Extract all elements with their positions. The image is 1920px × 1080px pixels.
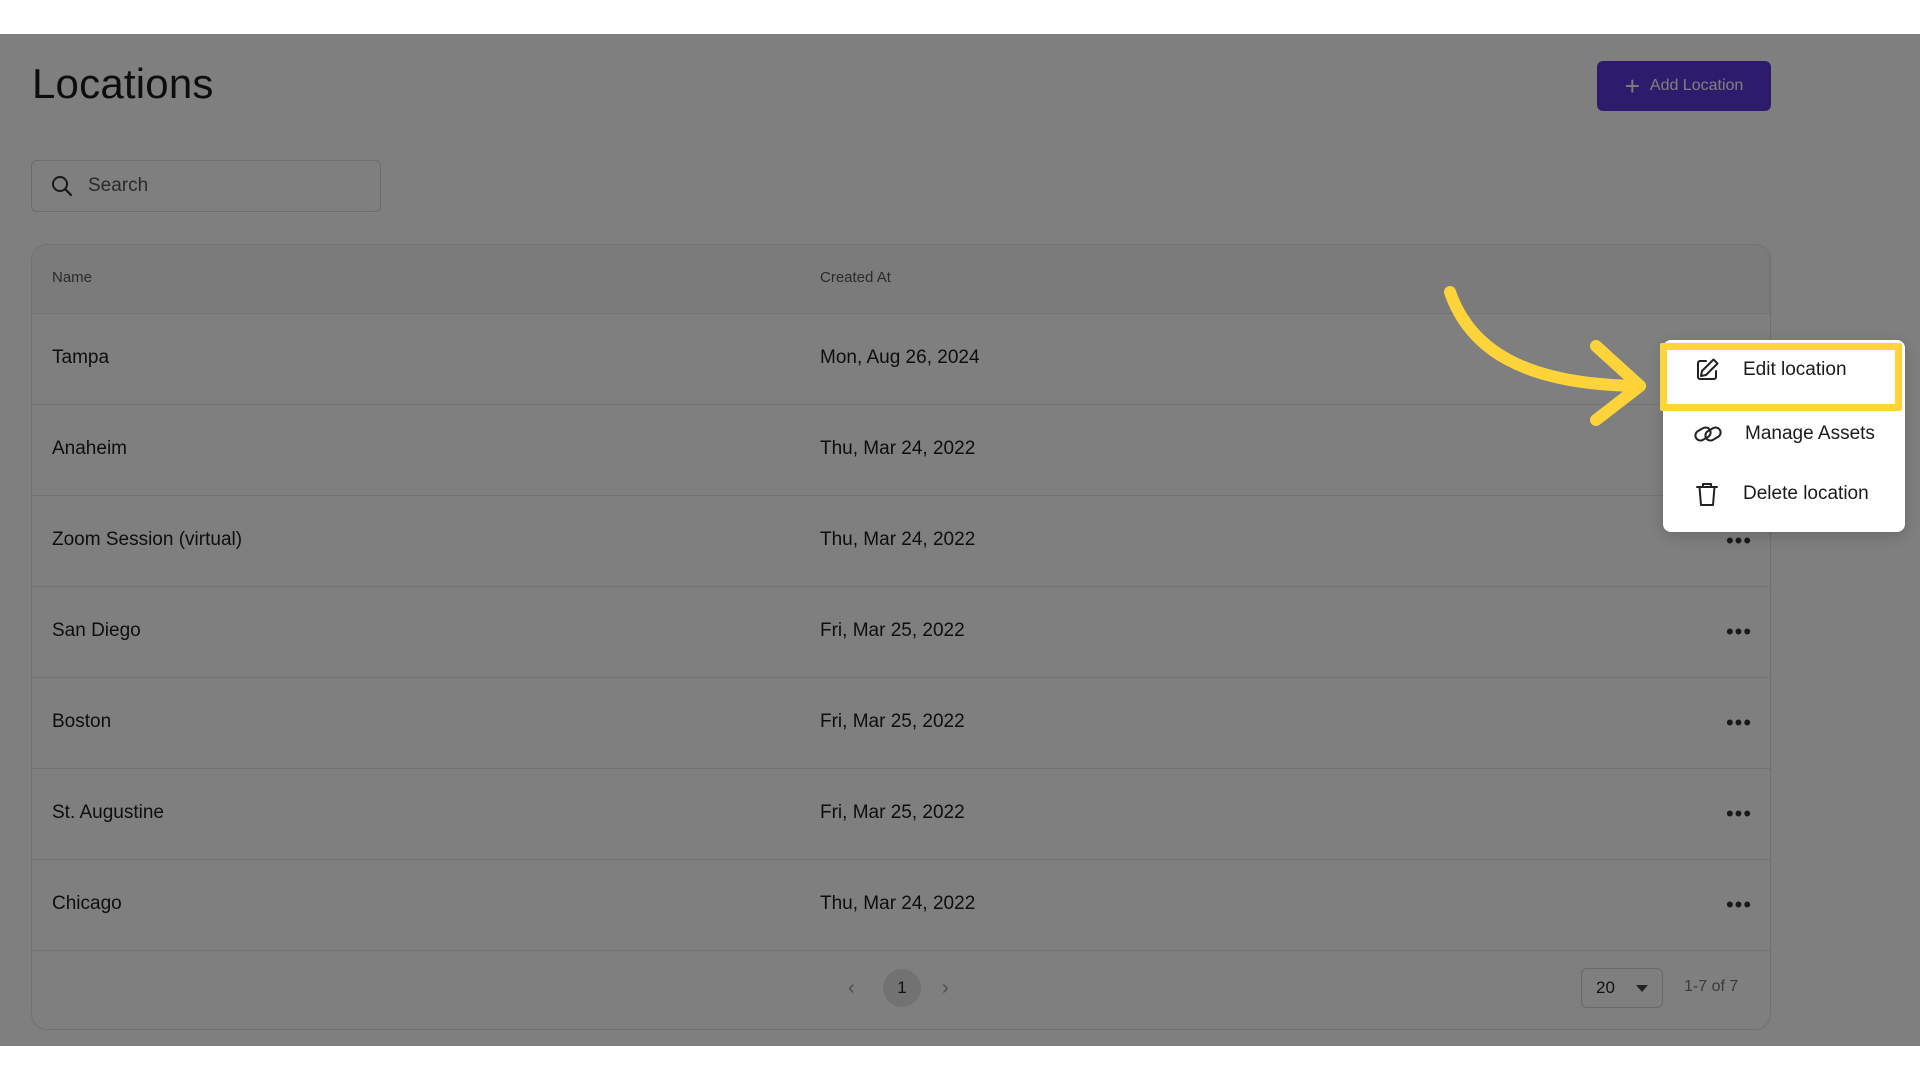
location-created-at: Thu, Mar 24, 2022 bbox=[820, 438, 976, 459]
next-page-icon[interactable]: › bbox=[942, 977, 949, 1000]
location-name: Zoom Session (virtual) bbox=[52, 529, 243, 550]
table-row[interactable]: Zoom Session (virtual) Thu, Mar 24, 2022… bbox=[32, 496, 1770, 587]
location-created-at: Fri, Mar 25, 2022 bbox=[820, 711, 965, 732]
add-location-button[interactable]: + Add Location bbox=[1597, 61, 1771, 111]
location-created-at: Thu, Mar 24, 2022 bbox=[820, 893, 976, 914]
plus-icon: + bbox=[1624, 71, 1640, 101]
pagination: ‹ 1 › 20 1-7 of 7 bbox=[32, 951, 1770, 1029]
location-created-at: Mon, Aug 26, 2024 bbox=[820, 347, 980, 368]
app-screen: Locations + Add Location Name Created At… bbox=[0, 34, 1920, 1046]
location-name: Chicago bbox=[52, 893, 122, 914]
table-row[interactable]: Boston Fri, Mar 25, 2022 ••• bbox=[32, 678, 1770, 769]
search-input[interactable] bbox=[86, 174, 350, 198]
page-size-value: 20 bbox=[1596, 978, 1615, 997]
row-actions-menu: Edit location Manage Assets Delete locat… bbox=[1663, 340, 1905, 532]
page-title: Locations bbox=[32, 60, 214, 107]
pagination-range: 1-7 of 7 bbox=[1684, 978, 1739, 995]
edit-icon bbox=[1697, 358, 1719, 380]
menu-item-edit-location[interactable]: Edit location bbox=[1663, 340, 1905, 400]
more-options-icon[interactable]: ••• bbox=[1722, 615, 1756, 649]
table-row[interactable]: Chicago Thu, Mar 24, 2022 ••• bbox=[32, 860, 1770, 951]
add-location-label: Add Location bbox=[1649, 77, 1744, 94]
table-row[interactable]: San Diego Fri, Mar 25, 2022 ••• bbox=[32, 587, 1770, 678]
trash-icon bbox=[1696, 483, 1718, 506]
location-created-at: Fri, Mar 25, 2022 bbox=[820, 802, 965, 823]
menu-item-delete-location[interactable]: Delete location bbox=[1663, 464, 1905, 524]
page-size-select[interactable]: 20 bbox=[1581, 968, 1663, 1008]
column-header-created-at[interactable]: Created At bbox=[820, 269, 891, 286]
link-icon bbox=[1694, 426, 1722, 442]
menu-item-label: Edit location bbox=[1743, 359, 1847, 380]
prev-page-icon[interactable]: ‹ bbox=[848, 977, 855, 1000]
location-name: Boston bbox=[52, 711, 112, 732]
menu-item-label: Delete location bbox=[1743, 483, 1869, 504]
bottom-band bbox=[0, 1046, 1920, 1080]
menu-item-manage-assets[interactable]: Manage Assets bbox=[1663, 404, 1905, 464]
more-options-icon[interactable]: ••• bbox=[1722, 888, 1756, 922]
page-number-current[interactable]: 1 bbox=[883, 969, 921, 1007]
location-created-at: Fri, Mar 25, 2022 bbox=[820, 620, 965, 641]
location-name: Tampa bbox=[52, 347, 110, 368]
more-options-icon[interactable]: ••• bbox=[1722, 797, 1756, 831]
table-row[interactable]: St. Augustine Fri, Mar 25, 2022 ••• bbox=[32, 769, 1770, 860]
location-name: St. Augustine bbox=[52, 802, 164, 823]
location-created-at: Thu, Mar 24, 2022 bbox=[820, 529, 976, 550]
location-name: San Diego bbox=[52, 620, 141, 641]
search-box[interactable] bbox=[31, 160, 381, 212]
search-icon bbox=[52, 176, 73, 197]
more-options-icon[interactable]: ••• bbox=[1722, 706, 1756, 740]
menu-item-label: Manage Assets bbox=[1745, 423, 1875, 444]
top-band bbox=[0, 0, 1920, 34]
pointer-arrow-icon bbox=[1444, 286, 1646, 426]
location-name: Anaheim bbox=[52, 438, 127, 459]
column-header-name[interactable]: Name bbox=[52, 269, 92, 286]
chevron-down-icon bbox=[1636, 984, 1648, 992]
